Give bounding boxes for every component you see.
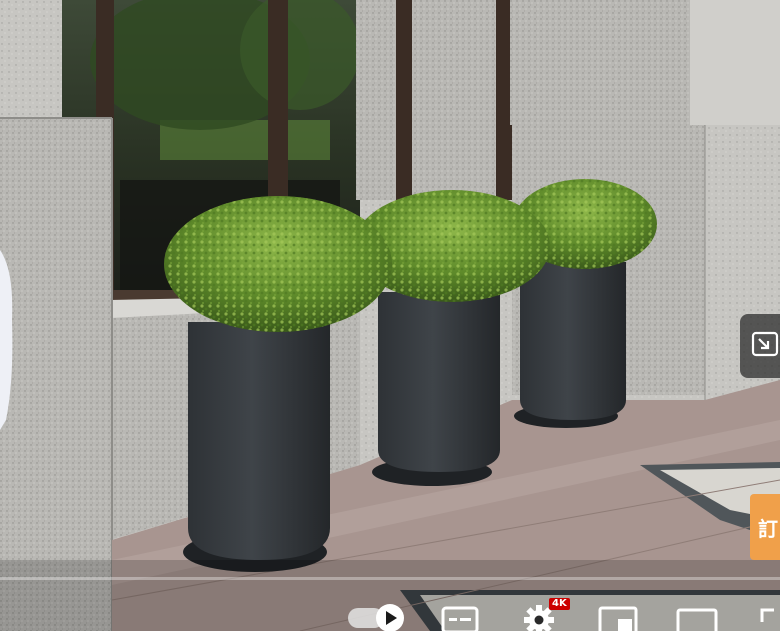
theater-mode-icon	[676, 608, 718, 631]
subscribe-button[interactable]: 訂	[750, 494, 780, 560]
quality-badge: 4K	[549, 598, 570, 610]
control-bar	[0, 596, 780, 631]
subtitles-icon	[441, 606, 479, 631]
play-icon	[348, 604, 404, 631]
play-button[interactable]	[346, 602, 408, 631]
miniplayer-overlay-button[interactable]	[740, 314, 780, 378]
miniplayer-button[interactable]	[596, 602, 640, 631]
miniplayer-icon	[598, 606, 638, 631]
video-frame	[0, 0, 780, 631]
fullscreen-button[interactable]	[752, 602, 780, 631]
subscribe-label: 訂	[758, 516, 778, 541]
miniplayer-icon	[750, 329, 780, 363]
progress-bar[interactable]	[0, 577, 780, 580]
subtitles-button[interactable]	[440, 602, 480, 631]
video-player[interactable]: 訂 4K	[0, 0, 780, 631]
theater-mode-button[interactable]	[674, 602, 722, 631]
fullscreen-icon	[760, 608, 774, 622]
